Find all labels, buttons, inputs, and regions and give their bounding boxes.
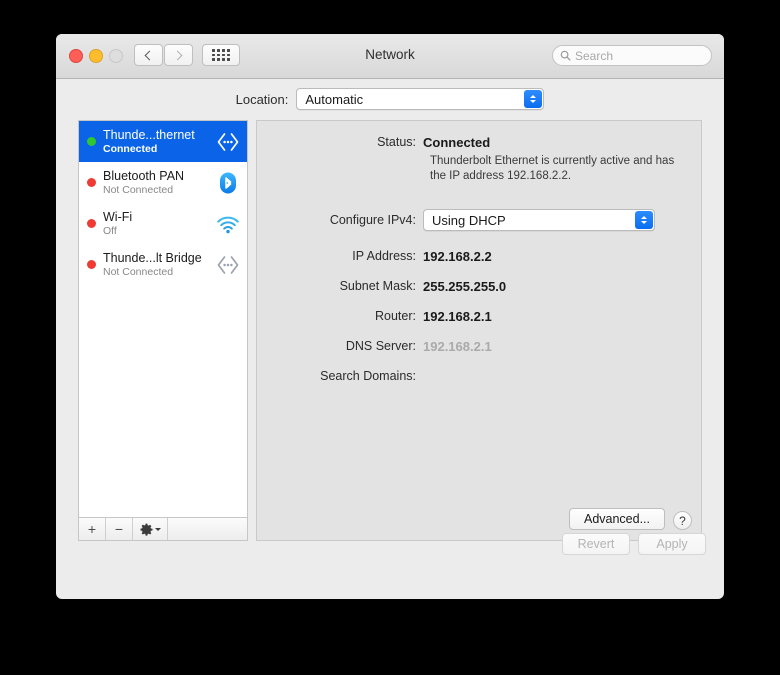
field-label: Subnet Mask: xyxy=(339,279,416,293)
services-toolbar: + − xyxy=(78,518,248,541)
field-label: Router: xyxy=(375,309,416,323)
field-row: Router: 192.168.2.1 xyxy=(257,309,701,324)
field-row: IP Address: 192.168.2.2 xyxy=(257,249,701,264)
search-field[interactable] xyxy=(552,45,712,66)
window-titlebar: Network xyxy=(56,34,724,79)
configure-ipv4-label: Configure IPv4: xyxy=(329,213,416,227)
field-row: Search Domains: xyxy=(257,369,701,383)
action-menu-button[interactable] xyxy=(133,518,168,540)
thunderbolt-bridge-icon xyxy=(217,256,239,274)
search-input[interactable] xyxy=(575,48,695,63)
advanced-button[interactable]: Advanced... xyxy=(568,508,665,530)
status-dot xyxy=(87,137,96,146)
configure-ipv4-popup-button[interactable]: Using DHCP xyxy=(423,209,655,231)
service-row[interactable]: Thunde...thernet Connected xyxy=(79,121,247,162)
remove-service-button[interactable]: − xyxy=(106,518,133,540)
search-icon xyxy=(560,50,571,61)
revert-button[interactable]: Revert xyxy=(562,533,630,555)
field-row: Subnet Mask: 255.255.255.0 xyxy=(257,279,701,294)
location-label: Location: xyxy=(235,91,289,107)
field-label: DNS Server: xyxy=(345,339,416,353)
service-detail-panel: Status: Connected Thunderbolt Ethernet i… xyxy=(256,120,702,541)
status-value: Connected xyxy=(423,135,491,150)
field-label: IP Address: xyxy=(352,249,416,263)
content-area: Thunde...thernet Connected Bluetooth PAN No… xyxy=(56,120,724,599)
service-row[interactable]: Bluetooth PAN Not Connected xyxy=(79,162,247,203)
field-value: 192.168.2.1 xyxy=(423,309,492,324)
thunderbolt-ethernet-icon xyxy=(217,133,239,151)
status-description: Thunderbolt Ethernet is currently active… xyxy=(430,155,675,182)
add-service-button[interactable]: + xyxy=(79,518,106,540)
help-button[interactable]: ? xyxy=(673,511,692,530)
apply-button[interactable]: Apply xyxy=(638,533,706,555)
stepper-arrows-icon[interactable] xyxy=(635,211,653,229)
stepper-arrows-icon[interactable] xyxy=(524,90,543,108)
status-dot xyxy=(87,260,96,269)
bluetooth-icon xyxy=(220,172,236,194)
service-row[interactable]: Wi-Fi Off xyxy=(79,203,247,244)
field-label: Search Domains: xyxy=(320,369,416,383)
gear-icon xyxy=(139,523,153,536)
status-dot xyxy=(87,219,96,228)
field-value: 192.168.2.1 xyxy=(423,339,492,354)
services-list[interactable]: Thunde...thernet Connected Bluetooth PAN No… xyxy=(78,120,248,518)
location-popup-button[interactable]: Automatic xyxy=(296,88,545,110)
chevron-down-icon xyxy=(154,527,161,531)
wifi-icon xyxy=(217,216,239,234)
field-value: 192.168.2.2 xyxy=(423,249,492,264)
location-row: Location: Automatic xyxy=(56,78,724,120)
network-preferences-window: Network Location: Automatic Thunde...the… xyxy=(56,34,724,599)
status-label: Status: xyxy=(377,135,416,149)
configure-ipv4-row: Configure IPv4: Using DHCP xyxy=(257,209,655,231)
field-row: DNS Server: 192.168.2.1 xyxy=(257,339,701,354)
field-value: 255.255.255.0 xyxy=(423,279,507,294)
service-row[interactable]: Thunde...lt Bridge Not Connected xyxy=(79,244,247,285)
status-dot xyxy=(87,178,96,187)
configure-ipv4-value: Using DHCP xyxy=(432,212,506,228)
location-value: Automatic xyxy=(305,91,364,107)
